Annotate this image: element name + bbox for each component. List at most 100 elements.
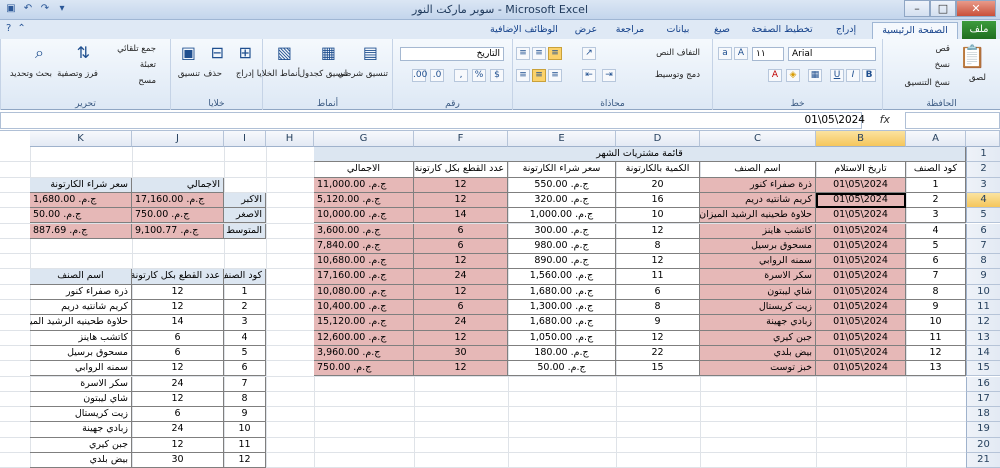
row-header-4[interactable]: 4 [966, 192, 1000, 209]
cut-button[interactable]: قص [936, 44, 950, 54]
table-row-cell[interactable]: ج.م. 11,000.00 [314, 177, 414, 193]
table-row-cell[interactable]: 24 [414, 269, 508, 285]
table-row-cell[interactable]: 12 [616, 330, 700, 346]
table-row-cell[interactable]: 22 [616, 345, 700, 362]
autosum-button[interactable]: جمع تلقائي [117, 44, 156, 54]
lookup-pieces[interactable]: 30 [132, 453, 224, 468]
delete-cells-icon[interactable]: ⊟ [211, 43, 224, 62]
row-header-20[interactable]: 20 [966, 437, 1000, 453]
table-row-cell[interactable]: 9 [906, 300, 966, 316]
table-row-cell[interactable]: ذرة صفراء كنور [700, 177, 816, 193]
comma-icon[interactable]: , [454, 69, 468, 82]
align-right-icon[interactable]: ≡ [548, 69, 562, 82]
table-row-cell[interactable]: 15 [616, 361, 700, 377]
table-row-cell[interactable]: سكر الاسرة [700, 269, 816, 285]
table-row-cell[interactable]: 24 [414, 315, 508, 331]
table-row-cell[interactable]: كاتشب هاينز [700, 223, 816, 239]
decrease-decimal-icon[interactable]: .00 [412, 69, 427, 82]
borders-icon[interactable]: ▦ [808, 69, 822, 82]
table-row-cell[interactable]: 5 [906, 238, 966, 255]
table-row-cell[interactable]: ج.م. 550.00 [508, 177, 616, 193]
table-row-cell[interactable]: بيض بلدي [700, 345, 816, 362]
column-header-k[interactable]: K [30, 131, 132, 147]
table-row-cell[interactable]: ج.م. 890.00 [508, 254, 616, 270]
table-row-cell[interactable]: 6 [414, 238, 508, 255]
lookup-name[interactable]: سمنه الروابي [30, 361, 132, 377]
format-table-icon[interactable]: ▦ [321, 43, 336, 62]
select-all-corner[interactable] [966, 131, 1000, 147]
lookup-pieces[interactable]: 6 [132, 330, 224, 346]
lookup-name[interactable]: حلاوة طحينيه الرشيد الميزان [30, 315, 132, 331]
format-cells-button[interactable]: تنسيق [178, 69, 200, 79]
lookup-pieces[interactable]: 24 [132, 376, 224, 392]
column-header-a[interactable]: A [906, 131, 966, 147]
sort-filter-icon[interactable]: ⇅ [77, 43, 90, 62]
tab-addins[interactable]: الوظائف الإضافية [482, 22, 566, 39]
tab-file[interactable]: ملف [962, 21, 996, 39]
row-header-2[interactable]: 2 [966, 162, 1000, 178]
table-row-cell[interactable]: ج.م. 1,560.00 [508, 269, 616, 285]
lookup-header[interactable]: كود الصنف [224, 269, 266, 285]
table-row-cell[interactable]: 14 [414, 208, 508, 224]
lookup-name[interactable]: شاي ليبتون [30, 391, 132, 408]
merge-center-button[interactable]: دمج وتوسيط [655, 70, 700, 80]
table-row-cell[interactable]: 12 [414, 192, 508, 209]
indent-icon[interactable]: ⇥ [602, 69, 616, 82]
bold-icon[interactable]: B [862, 69, 876, 82]
table-row-cell[interactable]: ج.م. 3,600.00 [314, 223, 414, 239]
row-header-15[interactable]: 15 [966, 361, 1000, 377]
table-row-cell[interactable]: ج.م. 750.00 [314, 361, 414, 377]
row-header-3[interactable]: 3 [966, 177, 1000, 193]
table-row-cell[interactable]: ج.م. 10,080.00 [314, 284, 414, 300]
stats-header-price[interactable]: سعر شراء الكارتونة [30, 177, 132, 193]
stats-row-total[interactable]: ج.م. 17,160.00 [132, 192, 224, 209]
lookup-name[interactable]: ذرة صفراء كنور [30, 284, 132, 300]
table-row-cell[interactable]: 01\05\2024 [816, 177, 906, 193]
find-select-icon[interactable]: ⌕ [35, 43, 44, 63]
table-row-cell[interactable]: ج.م. 300.00 [508, 223, 616, 239]
lookup-name[interactable]: سكر الاسرة [30, 376, 132, 392]
orientation-icon[interactable]: ↗ [582, 47, 596, 60]
lookup-code[interactable]: 5 [224, 345, 266, 362]
main-table-header[interactable]: الاجمالي [314, 162, 414, 178]
conditional-format-icon[interactable]: ▤ [363, 43, 378, 62]
row-header-9[interactable]: 9 [966, 269, 1000, 285]
row-header-8[interactable]: 8 [966, 254, 1000, 270]
main-table-header[interactable]: تاريخ الاستلام [816, 162, 906, 178]
table-row-cell[interactable]: 01\05\2024 [816, 300, 906, 316]
row-header-5[interactable]: 5 [966, 208, 1000, 224]
outdent-icon[interactable]: ⇤ [582, 69, 596, 82]
row-header-16[interactable]: 16 [966, 376, 1000, 392]
table-row-cell[interactable]: 2 [906, 192, 966, 209]
lookup-code[interactable]: 8 [224, 391, 266, 408]
fill-button[interactable]: تعبئة [140, 60, 156, 70]
column-header-c[interactable]: C [700, 131, 816, 147]
table-row-cell[interactable]: 12 [414, 284, 508, 300]
lookup-pieces[interactable]: 12 [132, 391, 224, 408]
font-color-icon[interactable]: A [768, 69, 782, 82]
table-row-cell[interactable]: 11 [616, 269, 700, 285]
column-header-i[interactable]: I [224, 131, 266, 147]
format-cells-icon[interactable]: ▣ [181, 43, 196, 62]
align-bottom-icon[interactable]: ≡ [516, 47, 530, 60]
table-row-cell[interactable]: 13 [906, 361, 966, 377]
table-row-cell[interactable]: حلاوة طحينيه الرشيد الميزان [700, 208, 816, 224]
table-row-cell[interactable]: 01\05\2024 [816, 361, 906, 377]
column-header-d[interactable]: D [616, 131, 700, 147]
stats-row-price[interactable]: ج.م. 1,680.00 [30, 192, 132, 209]
font-name-select[interactable]: Arial [788, 47, 876, 61]
table-row-cell[interactable]: ج.م. 5,120.00 [314, 192, 414, 209]
table-row-cell[interactable]: ج.م. 1,680.00 [508, 284, 616, 300]
font-size-select[interactable]: ١١ [752, 47, 784, 61]
table-row-cell[interactable]: ج.م. 1,050.00 [508, 330, 616, 346]
table-row-cell[interactable]: 01\05\2024 [816, 284, 906, 300]
table-row-cell[interactable]: كريم شانتيه دريم [700, 192, 816, 209]
table-row-cell[interactable]: سمنه الروابي [700, 254, 816, 270]
delete-cells-button[interactable]: حذف [203, 69, 222, 79]
column-header-h[interactable]: H [266, 131, 314, 147]
table-row-cell[interactable]: 8 [906, 284, 966, 300]
table-row-cell[interactable]: ج.م. 1,680.00 [508, 315, 616, 331]
row-header-19[interactable]: 19 [966, 422, 1000, 438]
table-row-cell[interactable]: 01\05\2024 [816, 345, 906, 362]
lookup-header[interactable]: اسم الصنف [30, 269, 132, 285]
